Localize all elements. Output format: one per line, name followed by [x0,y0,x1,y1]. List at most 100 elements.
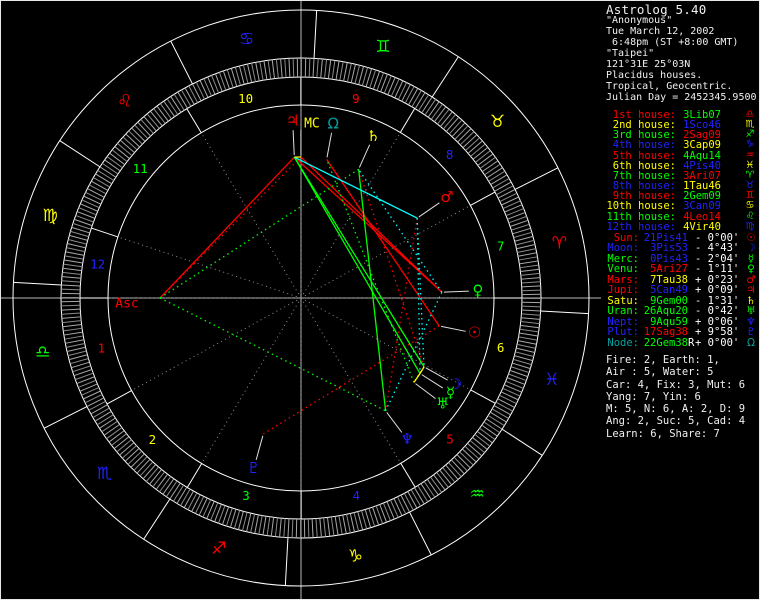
house-cusp-spoke [186,463,203,488]
house-number-11: 11 [133,161,148,176]
house-cusp-spoke [470,191,496,206]
zodiac-glyph-scorpio: ♏ [97,464,112,484]
sign-boundary-line [43,406,88,429]
wheel-planet-glyph-saturn: ♄ [367,127,380,145]
glyph-pointer-line [418,202,440,218]
sign-glyph-icon: ♍ [745,220,755,232]
house-row: 12th house: 4Vir40 ♍ [606,220,758,233]
wheel-planet-glyph-jupiter: ♃ [286,112,299,130]
sign-boundary-line [59,140,101,168]
house-cusp-dotted-line [300,297,402,464]
house-number-12: 12 [90,256,105,271]
planet-row: Node: 22Gem38 R + 0°00' Ω [606,336,758,349]
wheel-planet-glyph-pluto: ♇ [247,459,260,477]
sign-boundary-line [540,310,589,315]
sign-boundary-line [409,511,432,556]
element-tally: Fire: 2, Earth: 1, Air : 5, Water: 5 Car: … [606,354,758,440]
zodiac-glyph-leo: ♌ [117,91,132,111]
planet-glyph-icon: Ω [746,336,756,349]
sign-boundary-line [284,537,289,586]
chart-header: Astrolog 5.40 "Anonymous" Tue March 12, … [606,2,758,103]
house-cusp-value: 4Vir40 [683,220,721,233]
house-number-1: 1 [98,340,106,355]
sign-boundary-line [313,10,318,59]
tally-line: M: 5, N: 6, A: 2, D: 9 [606,403,746,416]
chart-time: 6:48pm (ST +8:00 GMT) [606,37,739,48]
house-label: 12th house: [606,220,676,233]
planet-list: Sun: 21Pis41 - 0°00' ☉ Moon: 3Pis53 - 4°43' ☽… [606,233,758,349]
house-number-8: 8 [446,147,454,162]
glyph-pointer-line [425,367,448,381]
glyph-pointer-line [443,290,469,293]
sign-boundary-line [501,428,543,456]
wheel-planet-glyph-node: Ω [327,114,338,132]
house-cusp-spoke [470,389,496,404]
sign-boundary-line [13,281,62,286]
midheaven-label: MC [304,117,320,132]
house-cusp-dotted-line [201,297,302,464]
planet-label: Plut: [607,326,639,339]
house-number-5: 5 [446,432,454,447]
tally-line: Car: 4, Fix: 3, Mut: 6 [606,378,746,391]
planet-row: Plut: 17Sag38 + 9°58' ♇ [606,326,758,339]
wheel-planet-glyph-mars: ♂ [440,188,453,206]
retrograde-flag: R [688,336,695,349]
aspect-conjunction-line [413,373,421,383]
aspect-trine-line [293,156,421,374]
aspect-trine-line [159,297,386,412]
zodiac-glyph-libra: ♎ [35,342,50,362]
zodiac-glyph-virgo: ♍ [42,206,57,226]
zodiac-glyph-pisces: ♓ [544,370,559,390]
wheel-planet-glyph-venus: ♀ [472,281,483,299]
planet-label: Node: [607,336,639,349]
aspect-square-line [159,156,295,299]
zodiac-glyph-sagittarius: ♐ [211,539,226,559]
zodiac-glyph-aries: ♈ [552,234,567,254]
aspect-sextile-line [385,291,443,412]
aspect-square-line [159,156,302,299]
retrograde-flag [688,327,695,337]
glyph-pointer-line [421,374,444,389]
zodiac-glyph-cancer: ♋ [239,30,254,50]
chart-wheel-area: ♈ ♉ ♊ ♋ ♌ ♍ ♎ ♏ ♐ ♑ ♒ ♓ 1 2 3 4 5 6 7 8 9 10 11 12 ☉ ☽ ☿ ♀ ♂ ♃ ♄ ♅ ♆ ♇ Ω As… [1,1,601,599]
planet-glyphs: ☉☽☿♀♂♃♄♅♆♇Ω [247,112,483,477]
house-cusp-spoke [106,390,132,405]
glyph-pointer-line [441,325,466,332]
julian-day: Julian Day = 2452345.9500 [606,92,757,103]
house-cusp-dotted-line [200,132,302,299]
tally-line: Ang: 2, Suc: 5, Cad: 4 [606,415,746,428]
ascendant-label: Asc [115,297,138,312]
app-title: Astrolog 5.40 [606,2,707,17]
glyph-pointer-line [255,435,264,461]
planet-velocity: + 9°58' [695,326,740,339]
zodiac-glyph-gemini: ♊ [375,37,390,57]
sign-boundary-line [170,40,193,85]
house-cusp-spoke [399,108,416,133]
aspect-square-line [293,156,443,293]
angle-labels: Asc MC [115,117,319,312]
aspect-sextile-line [416,218,425,367]
sign-boundary-line [514,167,559,190]
natal-chart-wheel: ♈♉♊♋♌♍♎♏♐ ♑♒♓123 456789101112☉☽☿♀♂♃♄♅♆♇ΩAs… [1,1,601,599]
chart-coords: 121°31E 25°03N [606,59,691,70]
house-number-6: 6 [497,340,505,355]
house-number-4: 4 [353,488,361,503]
glyph-pointer-line [292,130,295,156]
glyph-pointer-line [415,383,436,399]
zodiac-glyph-aquarius: ♒ [470,485,485,505]
glyph-pointer-line [326,132,333,158]
zodiac-glyph-capricorn: ♑ [348,546,363,566]
tally-line: Learn: 6, Share: 7 [606,427,720,440]
tally-line: Air : 5, Water: 5 [606,366,714,379]
house-cusp-dotted-line [300,132,401,299]
wheel-planet-glyph-neptune: ♆ [400,430,413,448]
aspect-sextile-line [358,168,443,293]
zodiac-mode: Tropical, Geocentric. [606,81,733,92]
chart-place: "Taipei" [606,48,655,59]
wheel-planet-glyph-uranus: ♅ [436,394,449,412]
house-cusp-list: 1st house: 3Lib07 ♎ 2nd house: 1Sco46 ♏ 3rd ho… [606,109,758,233]
chart-date: Tue March 12, 2002 [606,26,715,37]
house-number-3: 3 [242,488,250,503]
tally-line: Yang: 7, Yin: 6 [606,390,701,403]
glyph-pointer-line [358,144,371,168]
